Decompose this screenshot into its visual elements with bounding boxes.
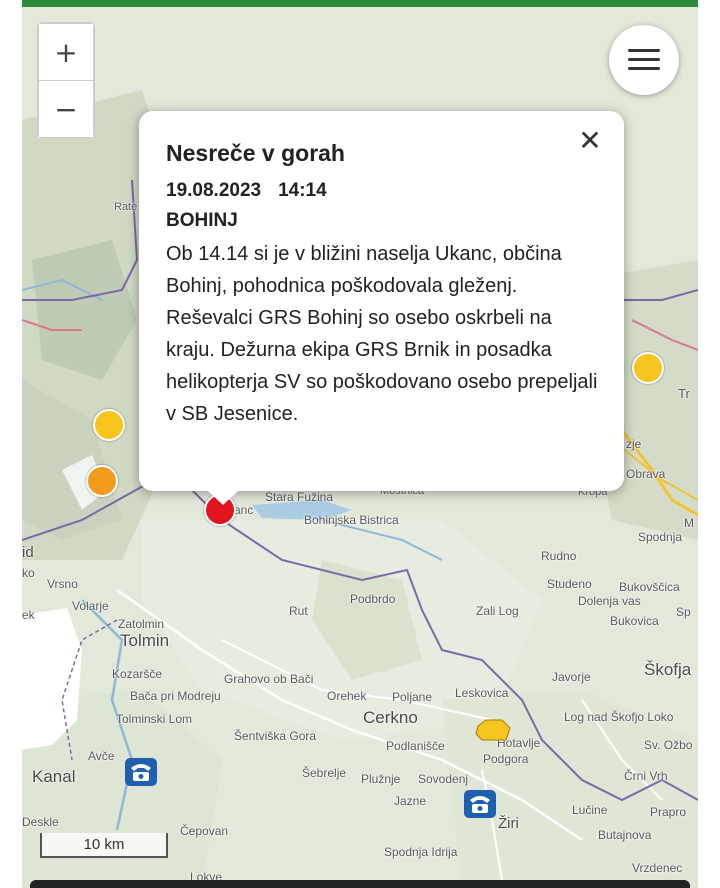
place-label: Rudno: [541, 549, 577, 563]
mountain-hut-icon[interactable]: [474, 718, 512, 749]
place-label: Orehek: [327, 689, 367, 703]
place-label: Stara Fužina: [265, 490, 334, 504]
place-label: Bukovica: [610, 614, 659, 628]
place-label: Obrava: [626, 467, 666, 481]
place-label: Leskovica: [455, 686, 509, 700]
place-label: Žiri: [498, 815, 519, 832]
menu-icon-bar: [628, 49, 660, 52]
place-label: Javorje: [552, 670, 591, 684]
place-label: Poljane: [392, 690, 433, 704]
place-label: ko: [22, 566, 35, 580]
header-bar: [22, 0, 698, 7]
place-label: anc: [234, 503, 254, 517]
place-label: Bukovščica: [619, 580, 680, 594]
popup-datetime: 19.08.2023 14:14: [166, 178, 604, 204]
place-label: Sovodenj: [418, 772, 469, 786]
place-label: Zali Log: [476, 604, 519, 618]
place-label: Škofja: [644, 660, 692, 679]
place-label: id: [22, 544, 34, 561]
zoom-control: + −: [37, 22, 95, 138]
place-label: Vrzdenec: [632, 861, 683, 875]
place-label: Bača pri Modreju: [130, 689, 221, 703]
place-label: Tolmin: [120, 631, 170, 650]
place-label: ek: [22, 608, 35, 622]
menu-icon-bar: [628, 67, 660, 70]
place-label: Volarje: [72, 599, 109, 613]
place-label: Podlanišče: [386, 739, 445, 753]
rescue-station-icon[interactable]: [463, 789, 497, 824]
map-scale-bar: 10 km: [40, 833, 168, 858]
place-label: Dolenja vas: [578, 594, 641, 608]
place-label: Bohinjska Bistrica: [304, 513, 399, 527]
place-label: Podgora: [483, 752, 529, 766]
close-icon[interactable]: ✕: [576, 127, 604, 155]
place-label: Studeno: [547, 577, 592, 591]
zoom-in-button[interactable]: +: [39, 24, 93, 80]
place-label: Tr: [678, 386, 690, 401]
incident-marker-yellow[interactable]: [93, 409, 125, 441]
place-label: Tolminski Lom: [116, 712, 193, 726]
place-label: Rate: [114, 201, 138, 213]
place-label: Rut: [289, 604, 308, 618]
place-label: Sv. Ožbo: [644, 738, 693, 752]
place-label: Cerkno: [363, 708, 418, 727]
place-label: Grahovo ob Bači: [224, 672, 314, 686]
place-label: M: [684, 516, 694, 530]
place-label: Črni Vrh: [624, 769, 668, 783]
place-label: Prapro: [650, 805, 687, 819]
incident-popup: ✕ Nesreče v gorah 19.08.2023 14:14 BOHINJ…: [139, 111, 624, 505]
place-label: Zatolmin: [118, 617, 165, 631]
place-label: Podbrdo: [350, 592, 396, 606]
place-label: zje: [626, 437, 642, 451]
rescue-station-icon[interactable]: [124, 757, 158, 792]
place-label: Šentviška Gora: [234, 729, 317, 743]
place-label: Kozaršče: [112, 667, 163, 681]
incident-marker-orange[interactable]: [86, 465, 118, 497]
popup-pointer: [207, 490, 239, 505]
place-label: Spodnja: [638, 530, 683, 544]
place-label: Plužnje: [361, 772, 401, 786]
place-label: Čepovan: [180, 824, 229, 838]
hamburger-menu-button[interactable]: [609, 25, 679, 95]
popup-date: 19.08.2023: [166, 180, 262, 201]
place-label: Šebrelje: [302, 766, 347, 780]
place-label: Deskle: [22, 815, 59, 829]
place-label: Vrsno: [47, 577, 78, 591]
place-label: Butajnova: [598, 828, 652, 842]
place-label: Sp: [676, 605, 691, 619]
place-label: Kanal: [32, 767, 76, 786]
incident-marker-yellow[interactable]: [632, 352, 664, 384]
popup-title: Nesreče v gorah: [166, 140, 345, 166]
place-label: Avče: [88, 749, 115, 763]
popup-description: Ob 14.14 si je v bližini naselja Ukanc, …: [166, 243, 598, 425]
place-label: Log nad Škofjo Loko: [564, 710, 674, 724]
place-label: Lučine: [572, 803, 608, 817]
popup-location: BOHINJ: [166, 210, 238, 231]
bottom-bar: [30, 880, 690, 888]
app-frame: Rate Stara Fužina anc Mostnica Bohinjska…: [0, 0, 720, 888]
place-label: Jazne: [394, 794, 427, 808]
zoom-out-button[interactable]: −: [39, 81, 93, 137]
menu-icon-bar: [628, 58, 660, 61]
place-label: Spodnja Idrija: [384, 845, 458, 859]
popup-time: 14:14: [278, 180, 327, 201]
